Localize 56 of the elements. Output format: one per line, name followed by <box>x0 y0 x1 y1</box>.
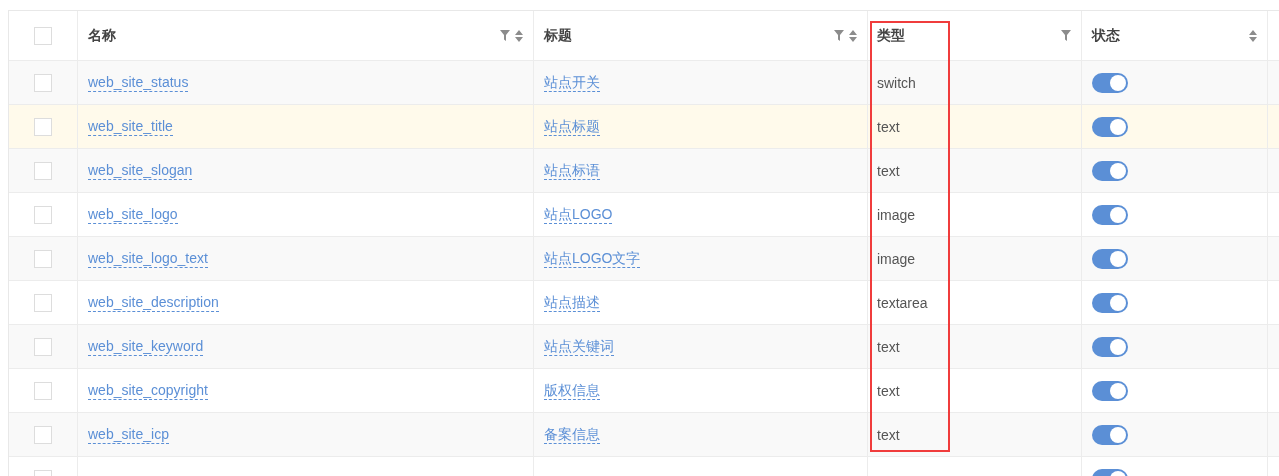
type-text: text <box>877 426 900 443</box>
row-checkbox[interactable] <box>34 205 52 224</box>
status-toggle[interactable] <box>1092 248 1128 269</box>
sort-icon[interactable] <box>515 29 523 42</box>
row-checkbox[interactable] <box>34 337 52 356</box>
sort-icon[interactable] <box>1249 29 1257 42</box>
filter-icon[interactable] <box>500 30 510 41</box>
select-all-checkbox[interactable] <box>34 26 52 45</box>
name-link[interactable]: web_site_icp <box>88 425 169 444</box>
type-text: image <box>877 250 916 267</box>
type-text: text <box>877 162 900 179</box>
name-link[interactable]: web_site_logo_text <box>88 249 208 268</box>
status-toggle[interactable] <box>1092 380 1128 401</box>
column-header: 状态 <box>1092 26 1120 45</box>
filter-icon[interactable] <box>834 30 844 41</box>
name-link[interactable]: web_site_copyright <box>88 381 208 400</box>
name-link[interactable]: web_site_description <box>88 293 219 312</box>
name-link[interactable]: web_site_keyword <box>88 337 204 356</box>
status-toggle[interactable] <box>1092 336 1128 357</box>
row-checkbox[interactable] <box>34 161 52 180</box>
status-toggle[interactable] <box>1092 116 1128 137</box>
type-text: switch <box>877 74 916 91</box>
title-link[interactable]: 版权信息 <box>544 381 600 400</box>
status-toggle[interactable] <box>1092 204 1128 225</box>
row-checkbox[interactable] <box>34 73 52 92</box>
status-toggle[interactable] <box>1092 72 1128 93</box>
row-checkbox[interactable] <box>34 117 52 136</box>
title-link[interactable]: 站点描述 <box>544 293 600 312</box>
status-toggle[interactable] <box>1092 292 1128 313</box>
type-text: textarea <box>877 294 928 311</box>
status-toggle[interactable] <box>1092 160 1128 181</box>
sort-icon[interactable] <box>849 29 857 42</box>
title-link[interactable]: 站点标题 <box>544 117 600 136</box>
type-text: text <box>877 118 900 135</box>
column-header: 类型 <box>877 26 905 45</box>
title-link[interactable]: 站点标语 <box>544 161 600 180</box>
type-text: text <box>877 382 900 399</box>
title-link[interactable]: 站点开关 <box>544 73 600 92</box>
row-checkbox[interactable] <box>34 249 52 268</box>
name-link[interactable]: web_site_slogan <box>88 161 193 180</box>
title-link[interactable]: 站点LOGO <box>544 205 613 224</box>
title-link[interactable]: 站点关键词 <box>544 337 614 356</box>
title-link[interactable]: 备案信息 <box>544 425 600 444</box>
title-link[interactable]: 站点LOGO文字 <box>544 249 641 268</box>
name-link[interactable]: web_site_title <box>88 117 173 136</box>
row-checkbox[interactable] <box>34 381 52 400</box>
name-link[interactable]: web_site_logo <box>88 205 178 224</box>
column-header: 名称 <box>88 26 116 45</box>
row-checkbox[interactable] <box>34 293 52 312</box>
column-header: 标题 <box>544 26 572 45</box>
row-checkbox[interactable] <box>34 425 52 444</box>
type-text: image <box>877 206 916 223</box>
status-toggle[interactable] <box>1092 424 1128 445</box>
name-link[interactable]: web_site_status <box>88 73 189 92</box>
filter-icon[interactable] <box>1061 30 1071 41</box>
type-text: text <box>877 338 900 355</box>
